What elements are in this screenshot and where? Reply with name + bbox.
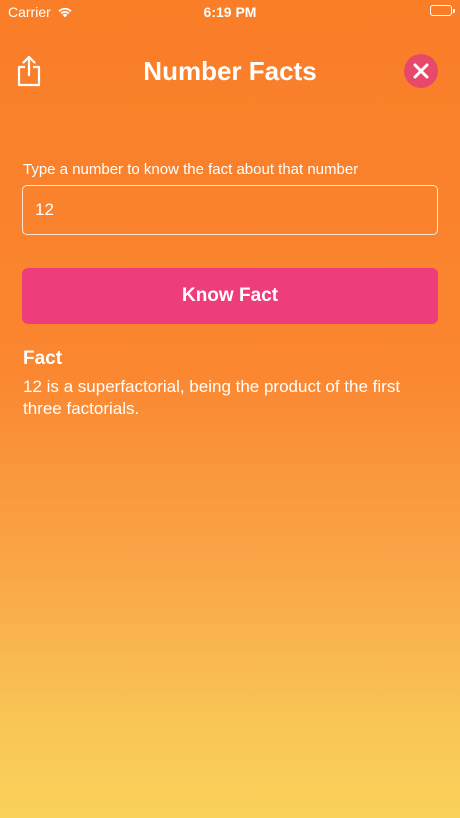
app-screen: Carrier 6:19 PM Number Facts Type a numb…: [0, 0, 460, 818]
page-title: Number Facts: [143, 56, 317, 86]
number-input[interactable]: [22, 185, 438, 235]
status-time: 6:19 PM: [203, 4, 257, 20]
fact-heading: Fact: [23, 348, 63, 369]
know-fact-button[interactable]: Know Fact: [22, 268, 438, 324]
battery-icon: [430, 5, 455, 16]
close-button[interactable]: [404, 54, 438, 88]
status-bar: Carrier 6:19 PM: [0, 0, 460, 24]
input-prompt-label: Type a number to know the fact about tha…: [23, 161, 359, 178]
navigation-bar: Number Facts: [0, 48, 460, 96]
fact-text: 12 is a superfactorial, being the produc…: [23, 377, 401, 418]
close-icon: [413, 63, 429, 79]
